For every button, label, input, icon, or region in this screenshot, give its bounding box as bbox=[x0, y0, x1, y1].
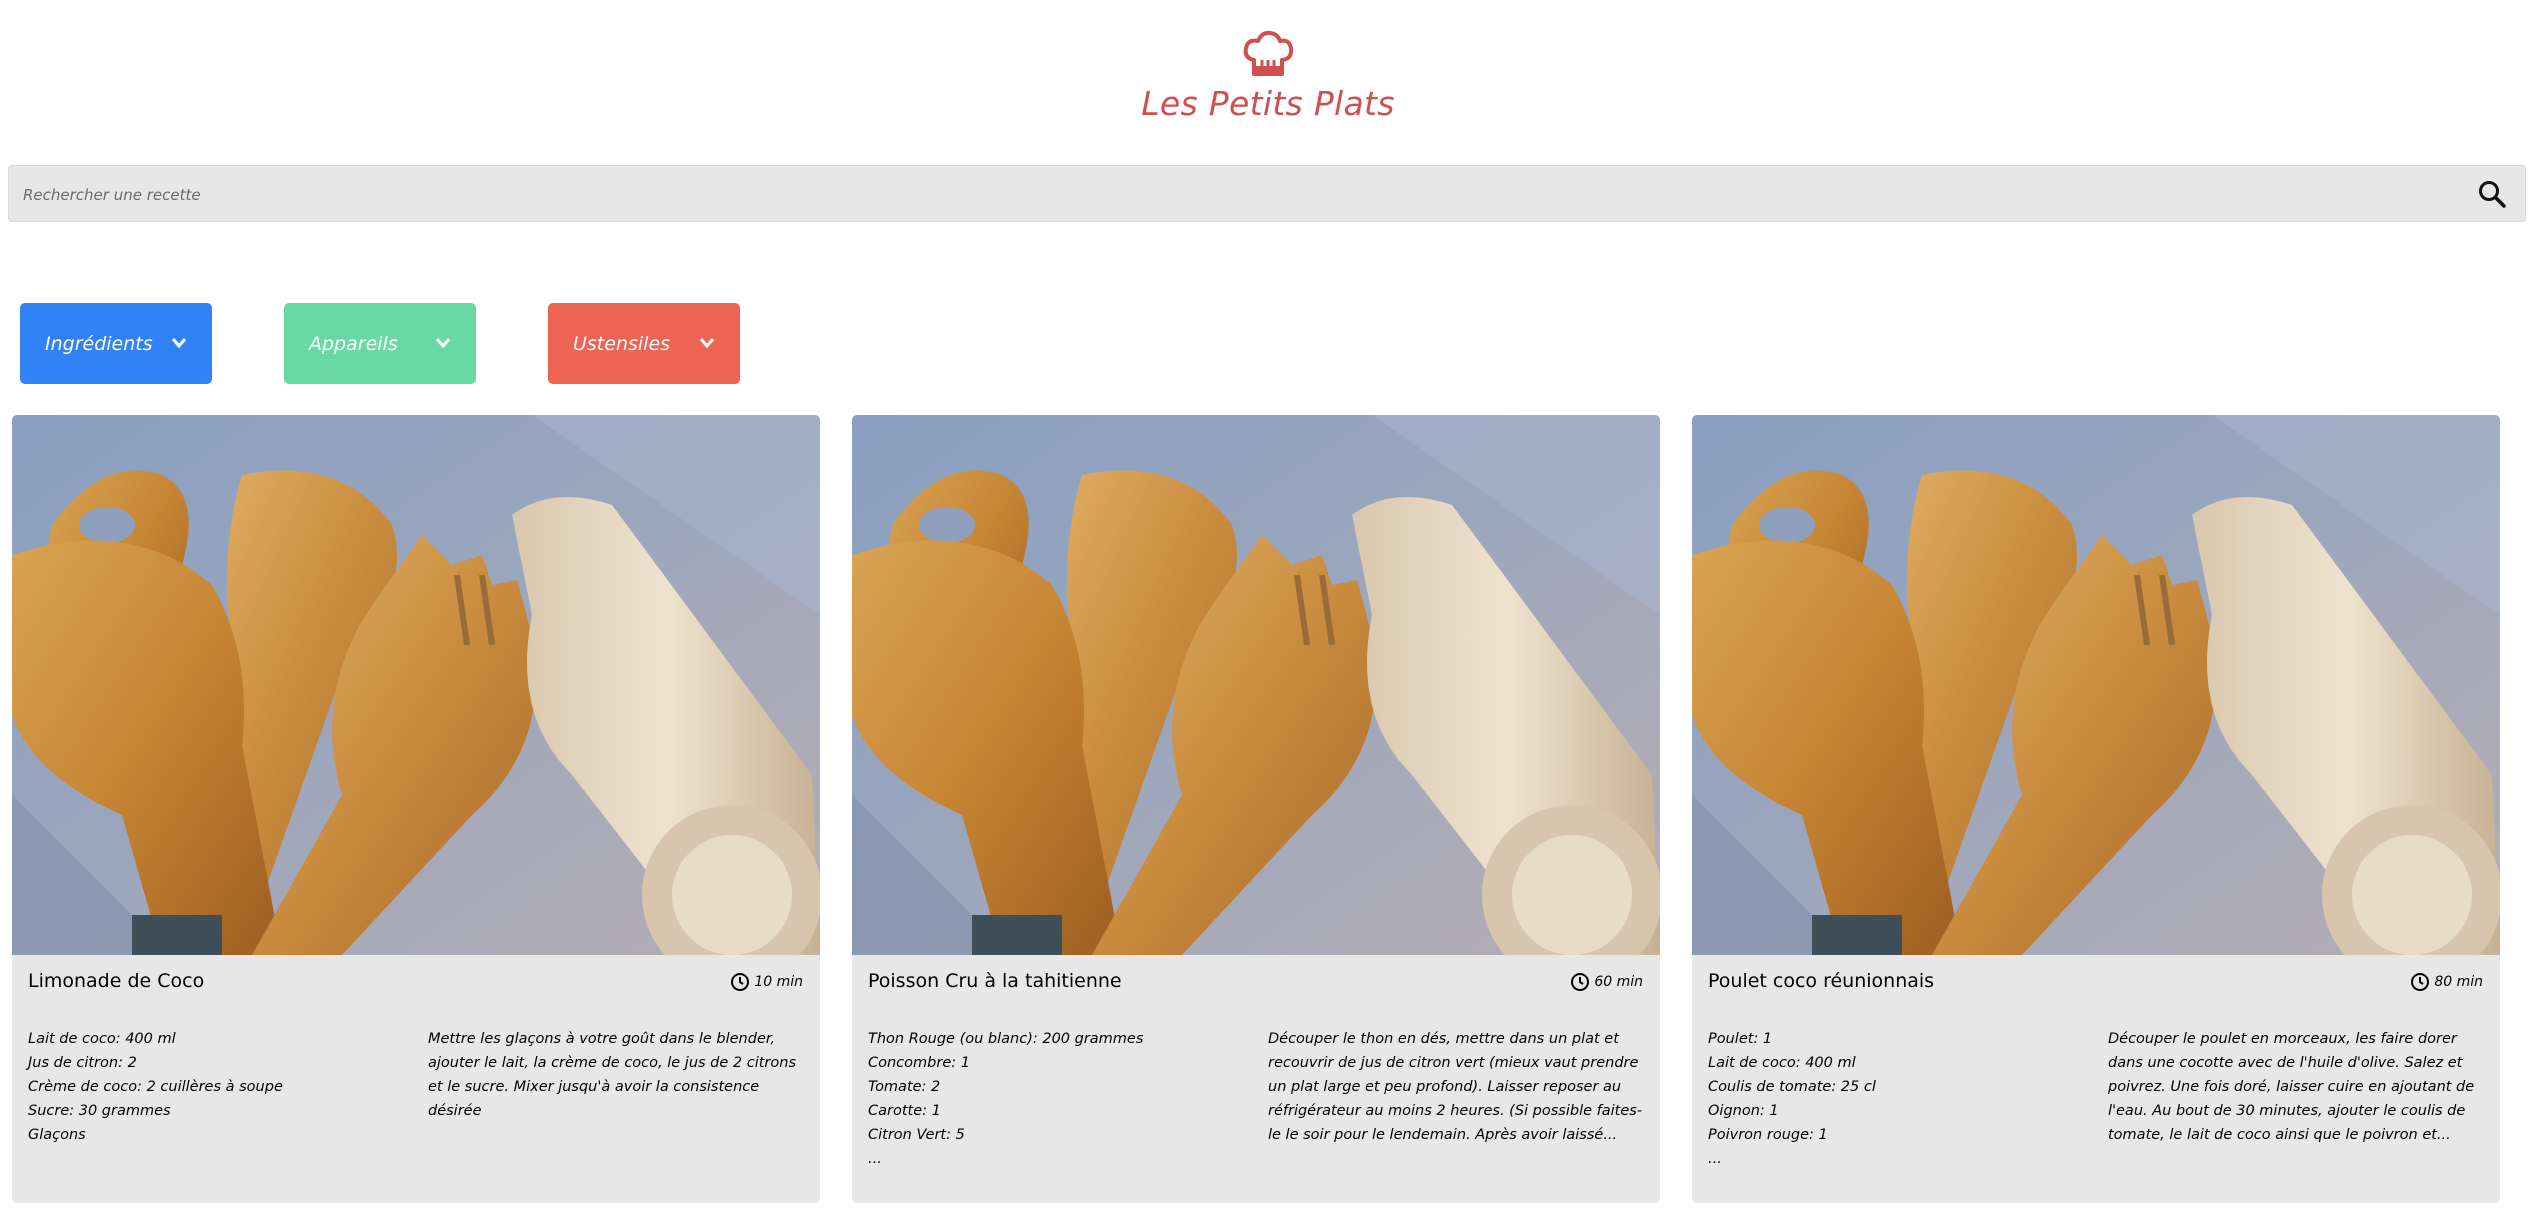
recipe-time-value: 80 min bbox=[2434, 974, 2483, 990]
ingredient-item: Poulet: 1 bbox=[1708, 1031, 1773, 1047]
search-input[interactable] bbox=[21, 166, 2445, 223]
recipe-description: Découper le poulet en morceaux, les fair… bbox=[2108, 1031, 2475, 1143]
clock-icon bbox=[2411, 973, 2430, 991]
recipe-card[interactable]: Poulet coco réunionnais 80 min Poulet: 1… bbox=[1692, 415, 2500, 1203]
filter-ingredients-button[interactable]: Ingrédients bbox=[20, 303, 212, 384]
ingredient-item: Oignon: 1 bbox=[1708, 1103, 1779, 1119]
ingredient-item: Carotte: 1 bbox=[868, 1103, 941, 1119]
clock-icon bbox=[1571, 973, 1590, 991]
recipe-card[interactable]: Poisson Cru à la tahitienne 60 min Thon … bbox=[852, 415, 1660, 1203]
recipe-time: 10 min bbox=[730, 972, 803, 992]
ingredient-item: Jus de citron: 2 bbox=[28, 1055, 137, 1071]
ingredient-item: Coulis de tomate: 25 cl bbox=[1708, 1079, 1876, 1095]
chevron-down-icon bbox=[171, 338, 187, 349]
ingredient-item: ... bbox=[1708, 1151, 1722, 1167]
recipe-time-value: 10 min bbox=[754, 974, 803, 990]
ingredient-item: Lait de coco: 400 ml bbox=[28, 1031, 176, 1047]
recipe-ingredients: Thon Rouge (ou blanc): 200 grammes Conco… bbox=[868, 1027, 1238, 1171]
recipe-time-value: 60 min bbox=[1594, 974, 1643, 990]
filter-utensils-label: Ustensiles bbox=[573, 332, 671, 355]
search-bar bbox=[8, 165, 2526, 223]
recipe-time: 80 min bbox=[2410, 972, 2483, 992]
recipe-description: Découper le thon en dés, mettre dans un … bbox=[1268, 1031, 1643, 1143]
site-title[interactable]: Les Petits Plats bbox=[0, 84, 2536, 123]
chevron-down-icon bbox=[699, 338, 715, 349]
ingredient-item: Concombre: 1 bbox=[868, 1055, 970, 1071]
filter-ingredients-label: Ingrédients bbox=[45, 332, 153, 355]
filter-utensils-button[interactable]: Ustensiles bbox=[548, 303, 740, 384]
recipe-ingredients: Lait de coco: 400 ml Jus de citron: 2 Cr… bbox=[28, 1027, 398, 1147]
ingredient-item: Thon Rouge (ou blanc): 200 grammes bbox=[868, 1031, 1144, 1047]
ingredient-item: Tomate: 2 bbox=[868, 1079, 941, 1095]
filter-appliances-button[interactable]: Appareils bbox=[284, 303, 476, 384]
clock-icon bbox=[731, 973, 750, 991]
recipe-image bbox=[1692, 415, 2500, 955]
recipe-title: Poulet coco réunionnais bbox=[1708, 970, 1935, 992]
ingredient-item: Crème de coco: 2 cuillères à soupe bbox=[28, 1079, 283, 1095]
filter-appliances-label: Appareils bbox=[309, 332, 398, 355]
recipe-image bbox=[12, 415, 820, 955]
site-header: Les Petits Plats bbox=[0, 30, 2536, 123]
ingredient-item: Glaçons bbox=[28, 1127, 86, 1143]
ingredient-item: Poivron rouge: 1 bbox=[1708, 1127, 1828, 1143]
ingredient-item: ... bbox=[868, 1151, 882, 1167]
recipe-card[interactable]: Limonade de Coco 10 min Lait de coco: 40… bbox=[12, 415, 820, 1203]
chef-hat-icon bbox=[1243, 30, 1294, 76]
ingredient-item: Citron Vert: 5 bbox=[868, 1127, 965, 1143]
recipe-description: Mettre les glaçons à votre goût dans le … bbox=[428, 1031, 797, 1119]
recipe-title: Poisson Cru à la tahitienne bbox=[868, 970, 1122, 992]
ingredient-item: Lait de coco: 400 ml bbox=[1708, 1055, 1856, 1071]
search-icon[interactable] bbox=[2477, 179, 2507, 209]
ingredient-item: Sucre: 30 grammes bbox=[28, 1103, 171, 1119]
recipe-image bbox=[852, 415, 1660, 955]
recipe-ingredients: Poulet: 1 Lait de coco: 400 ml Coulis de… bbox=[1708, 1027, 2078, 1171]
recipe-title: Limonade de Coco bbox=[28, 970, 205, 992]
chevron-down-icon bbox=[435, 338, 451, 349]
recipe-time: 60 min bbox=[1570, 972, 1643, 992]
